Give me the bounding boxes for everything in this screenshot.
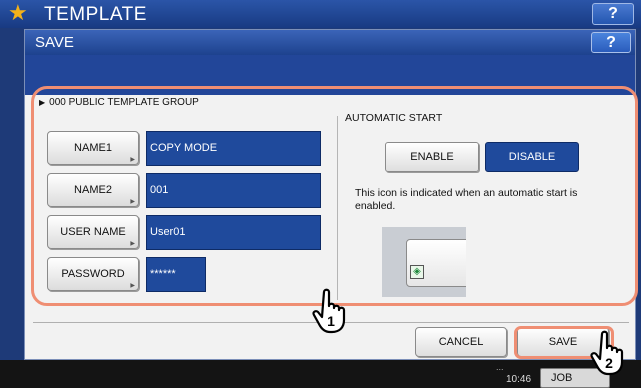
background-window-title: TEMPLATE (44, 4, 147, 25)
footer-counter: ... (496, 362, 504, 372)
step2-label: 2 (605, 355, 613, 371)
star-icon: ★ (8, 0, 28, 25)
dialog-title: SAVE (35, 34, 74, 51)
background-help-button[interactable]: ? (592, 3, 634, 25)
footer-clock: 10:46 (506, 374, 532, 385)
highlight-settings-area (31, 86, 638, 306)
dialog-help-button[interactable]: ? (591, 32, 631, 53)
step1-label: 1 (327, 313, 335, 329)
cancel-button[interactable]: CANCEL (415, 327, 507, 357)
pointing-hand-icon-step1: 1 (312, 288, 346, 334)
pointing-hand-icon-step2: 2 (590, 330, 624, 376)
dialog-title-bar: SAVE ? (25, 30, 635, 55)
